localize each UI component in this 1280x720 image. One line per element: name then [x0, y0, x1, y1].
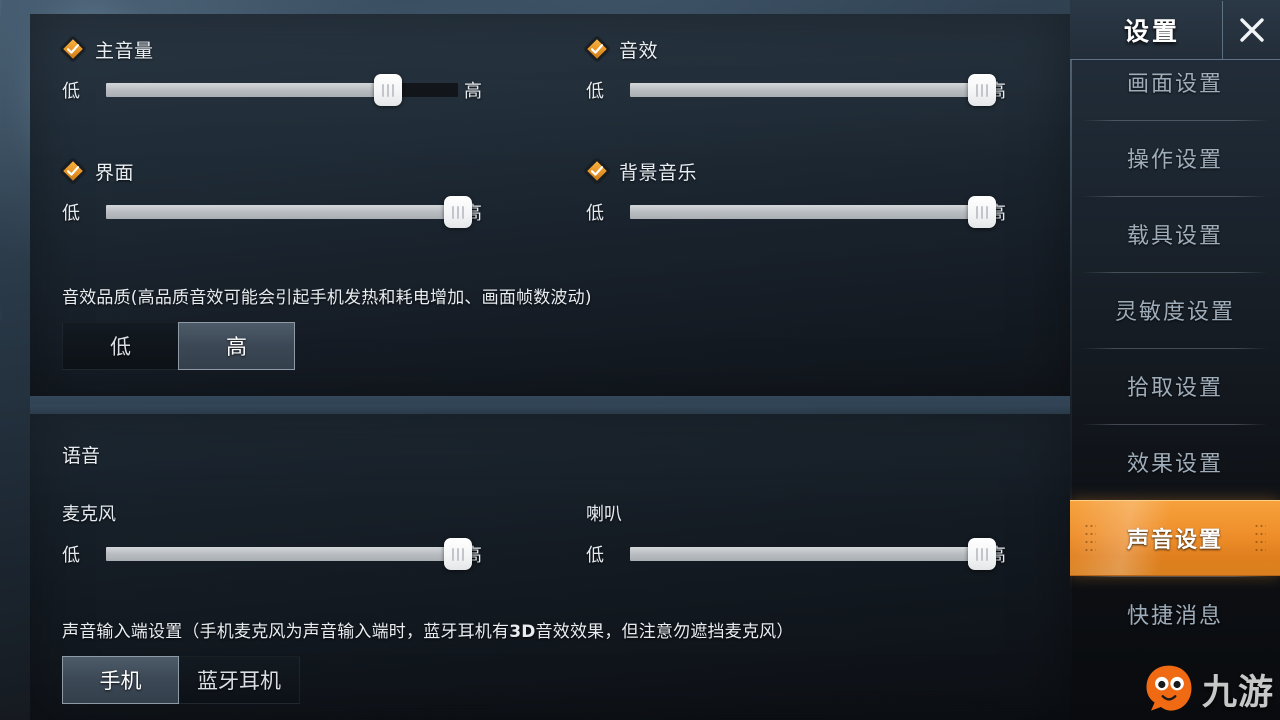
- watermark-text: 九游: [1201, 672, 1274, 713]
- option-master-volume: 主音量 低 高: [60, 36, 482, 106]
- slider-fill: [630, 83, 982, 97]
- settings-sidebar: 画面设置 操作设置 载具设置 灵敏度设置 拾取设置 效果设置 声音设置 快捷消息…: [1070, 0, 1280, 720]
- checkbox-diamond-icon[interactable]: [60, 158, 86, 184]
- slider-handle[interactable]: [373, 74, 402, 106]
- master-volume-slider[interactable]: [106, 74, 458, 106]
- audio-quality-low-button[interactable]: 低: [62, 322, 179, 370]
- master-volume-header: 主音量: [60, 36, 482, 62]
- panel-divider: [30, 396, 1070, 414]
- close-button[interactable]: [1222, 0, 1280, 59]
- sidebar-item-label: 声音设置: [1126, 528, 1223, 553]
- settings-content: 主音量 低 高 音效 低 高 界面 低 高 背景音乐 低 高 音效品质(高品质音…: [0, 0, 1070, 720]
- checkbox-diamond-icon[interactable]: [60, 36, 86, 62]
- sidebar-item-sensitivity[interactable]: 灵敏度设置: [1070, 272, 1280, 348]
- slider-fill: [106, 83, 388, 97]
- sidebar-item-quick-messages[interactable]: 快捷消息: [1070, 576, 1280, 652]
- slider-low-label: 低: [62, 545, 80, 566]
- audio-quality-group: 音效品质(高品质音效可能会引起手机发热和耗电增加、画面帧数波动) 低 高: [62, 283, 1022, 370]
- microphone-header: 麦克风: [62, 500, 482, 526]
- input-device-caption-pre: 声音输入端设置（手机麦克风为声音输入端时，蓝牙耳机有: [62, 622, 510, 642]
- speaker-slider-row: 低 高: [586, 538, 1006, 570]
- close-icon: [1239, 17, 1264, 42]
- checkbox-diamond-icon[interactable]: [584, 36, 610, 62]
- page-title: 设置: [1123, 16, 1180, 46]
- blob-mascot-icon: [1146, 665, 1192, 711]
- sidebar-item-effects[interactable]: 效果设置: [1070, 424, 1280, 500]
- sidebar-item-label: 载具设置: [1126, 224, 1223, 249]
- sidebar-item-controls[interactable]: 操作设置: [1070, 120, 1280, 196]
- background-music-slider-row: 低 高: [586, 196, 1006, 228]
- watermark: 九游: [1142, 662, 1274, 716]
- slider-handle[interactable]: [968, 538, 996, 570]
- voice-section-title: 语音: [62, 445, 101, 467]
- sidebar-item-label: 灵敏度设置: [1114, 300, 1235, 325]
- speaker-label: 喇叭: [586, 504, 622, 525]
- sidebar-item-label: 操作设置: [1126, 148, 1223, 173]
- microphone-slider[interactable]: [106, 538, 472, 570]
- background-music-label: 背景音乐: [619, 161, 698, 184]
- slider-fill: [106, 205, 458, 219]
- sound-effects-slider[interactable]: [630, 74, 996, 106]
- input-device-group: 声音输入端设置（手机麦克风为声音输入端时，蓝牙耳机有3D音效效果，但注意勿遮挡麦…: [62, 617, 1042, 704]
- slider-fill: [106, 547, 458, 561]
- sidebar-item-sound[interactable]: 声音设置: [1070, 500, 1280, 576]
- checkbox-diamond-icon[interactable]: [584, 158, 610, 184]
- input-device-caption: 声音输入端设置（手机麦克风为声音输入端时，蓝牙耳机有3D音效效果，但注意勿遮挡麦…: [62, 617, 1042, 642]
- background-music-header: 背景音乐: [584, 158, 1006, 184]
- interface-slider-row: 低 高: [62, 196, 482, 228]
- interface-slider[interactable]: [106, 196, 472, 228]
- slider-low-label: 低: [586, 81, 604, 102]
- input-device-caption-bold: 3D: [509, 622, 536, 642]
- sound-effects-header: 音效: [584, 36, 1006, 62]
- decorative-dots-icon: [1084, 522, 1096, 554]
- sidebar-item-label: 画面设置: [1126, 72, 1223, 97]
- slider-low-label: 低: [586, 545, 604, 566]
- input-device-bluetooth-button[interactable]: 蓝牙耳机: [178, 656, 300, 704]
- slider-low-label: 低: [62, 81, 80, 102]
- slider-fill: [630, 547, 982, 561]
- slider-handle[interactable]: [444, 538, 472, 570]
- microphone-label: 麦克风: [62, 504, 116, 525]
- speaker-slider[interactable]: [630, 538, 996, 570]
- slider-handle[interactable]: [968, 196, 996, 228]
- sound-effects-slider-row: 低 高: [586, 74, 1006, 106]
- microphone-slider-row: 低 高: [62, 538, 482, 570]
- option-sound-effects: 音效 低 高: [584, 36, 1006, 106]
- audio-quality-caption: 音效品质(高品质音效可能会引起手机发热和耗电增加、画面帧数波动): [62, 288, 592, 308]
- sidebar-item-label: 效果设置: [1126, 452, 1223, 477]
- input-device-caption-post: 音效效果，但注意勿遮挡麦克风）: [535, 622, 794, 642]
- option-speaker: 喇叭 低 高: [586, 500, 1006, 570]
- slider-fill: [630, 205, 982, 219]
- interface-label: 界面: [95, 161, 135, 184]
- master-volume-label: 主音量: [95, 39, 154, 62]
- settings-screen: 主音量 低 高 音效 低 高 界面 低 高 背景音乐 低 高 音效品质(高品质音…: [0, 0, 1280, 720]
- sidebar-item-label: 拾取设置: [1126, 376, 1223, 401]
- slider-handle[interactable]: [444, 196, 472, 228]
- input-device-segmented-control: 手机 蓝牙耳机: [62, 656, 1042, 704]
- sidebar-header: 设置: [1070, 0, 1280, 60]
- sidebar-item-pickup[interactable]: 拾取设置: [1070, 348, 1280, 424]
- audio-quality-segmented-control: 低 高: [62, 322, 1022, 370]
- option-background-music: 背景音乐 低 高: [584, 158, 1006, 228]
- interface-header: 界面: [60, 158, 482, 184]
- decorative-dots-icon: [1254, 522, 1266, 554]
- sidebar-nav-list: 画面设置 操作设置 载具设置 灵敏度设置 拾取设置 效果设置 声音设置 快捷消息: [1070, 44, 1280, 652]
- slider-high-label: 高: [464, 81, 482, 102]
- audio-quality-high-button[interactable]: 高: [178, 322, 295, 370]
- option-microphone: 麦克风 低 高: [62, 500, 482, 570]
- input-device-phone-button[interactable]: 手机: [62, 656, 179, 704]
- background-music-slider[interactable]: [630, 196, 996, 228]
- slider-low-label: 低: [62, 203, 80, 224]
- master-volume-slider-row: 低 高: [62, 74, 482, 106]
- option-interface: 界面 低 高: [60, 158, 482, 228]
- slider-handle[interactable]: [968, 74, 996, 106]
- sound-effects-label: 音效: [619, 39, 659, 62]
- slider-low-label: 低: [586, 203, 604, 224]
- sidebar-item-label: 快捷消息: [1126, 604, 1223, 629]
- speaker-header: 喇叭: [586, 500, 1006, 526]
- sidebar-item-vehicle[interactable]: 载具设置: [1070, 196, 1280, 272]
